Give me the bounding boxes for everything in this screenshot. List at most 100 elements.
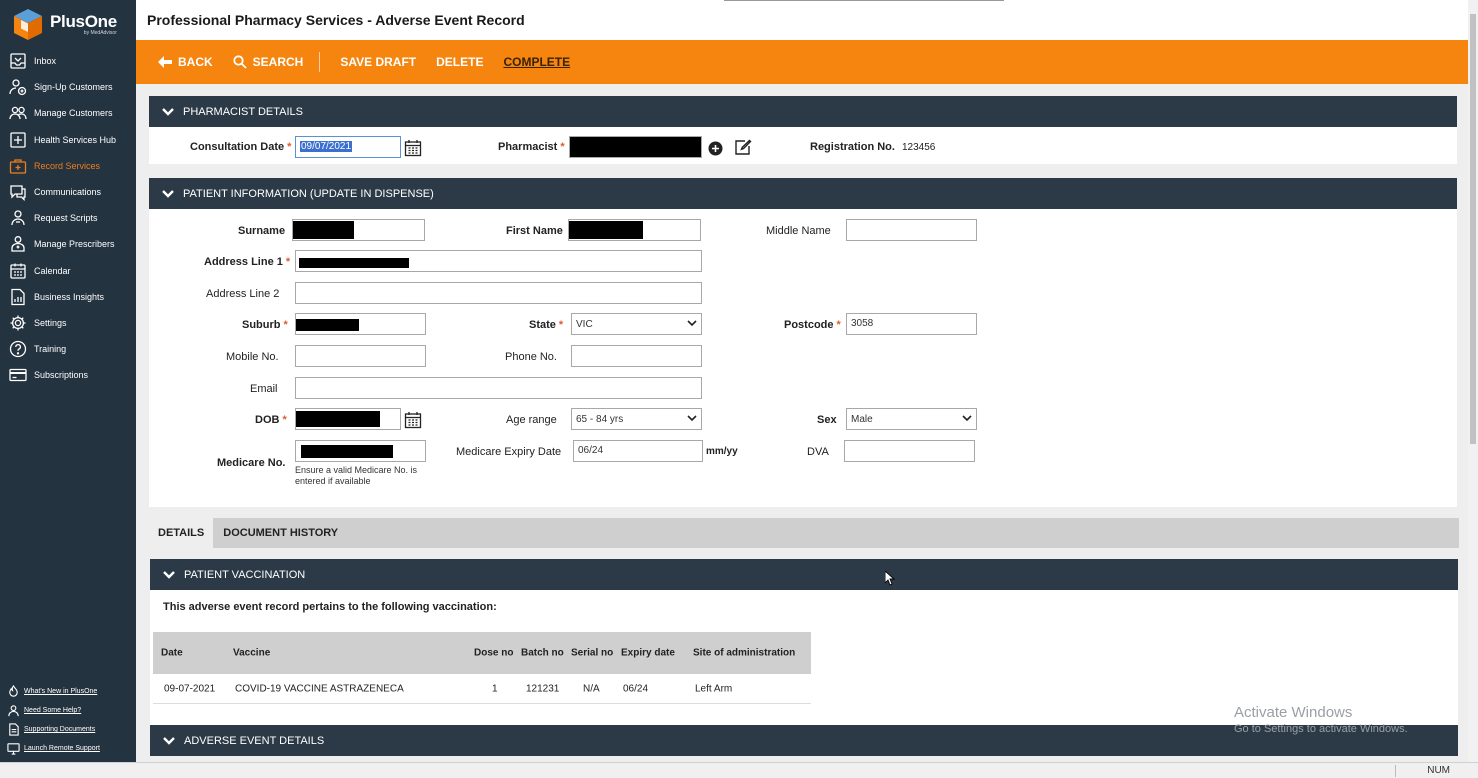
- sidebar-item-health-services-hub[interactable]: Health Services Hub: [0, 127, 136, 153]
- back-label: BACK: [178, 55, 213, 69]
- redaction-bar: [296, 319, 359, 331]
- sidebar-item-manage-prescribers[interactable]: Manage Prescribers: [0, 231, 136, 257]
- pharmacist-select[interactable]: [569, 136, 702, 158]
- sidebar-item-record-services[interactable]: Record Services: [0, 153, 136, 179]
- sidebar-footer: What's New in PlusOne Need Some Help? Su…: [0, 682, 136, 758]
- state-label: State *: [529, 319, 564, 331]
- medicare-expiry-unit: mm/yy: [706, 446, 738, 457]
- back-button[interactable]: BACK: [158, 55, 213, 69]
- middle-name-input[interactable]: [846, 219, 977, 241]
- footer-link-whats-new[interactable]: What's New in PlusOne: [0, 682, 136, 701]
- prescriber-icon: [8, 234, 28, 254]
- toolbar-divider: [319, 52, 321, 72]
- document-icon: [6, 723, 20, 737]
- chevron-down-icon: [162, 570, 176, 580]
- sidebar-item-label: Sign-Up Customers: [34, 82, 113, 93]
- footer-link-label: Launch Remote Support: [24, 745, 100, 752]
- toolbar: BACK SEARCH SAVE DRAFT DELETE COMPLETE: [136, 40, 1468, 84]
- calendar-picker-icon[interactable]: [404, 139, 422, 157]
- phone-label: Phone No.: [505, 351, 557, 363]
- sidebar-item-label: Health Services Hub: [34, 134, 117, 145]
- plusone-logo[interactable]: PlusOne by MedAdvisor: [12, 6, 132, 42]
- sidebar-item-calendar[interactable]: Calendar: [0, 258, 136, 284]
- sidebar-item-inbox[interactable]: Inbox: [0, 48, 136, 74]
- tab-details[interactable]: DETAILS: [149, 518, 214, 548]
- watermark-line-1: Activate Windows: [1234, 704, 1353, 721]
- redaction-bar: [301, 445, 393, 458]
- email-input[interactable]: [295, 377, 702, 399]
- column-header: Serial no: [571, 647, 614, 659]
- add-circle-icon[interactable]: [708, 141, 723, 159]
- sex-select[interactable]: Male: [846, 408, 977, 430]
- sidebar-item-communications[interactable]: Communications: [0, 179, 136, 205]
- sidebar-item-settings[interactable]: Settings: [0, 310, 136, 336]
- cell-expiry: 06/24: [623, 683, 649, 694]
- search-label: SEARCH: [252, 55, 304, 69]
- arrow-left-icon: [158, 56, 172, 68]
- column-header: Site of administration: [693, 647, 796, 659]
- delete-button[interactable]: DELETE: [436, 55, 483, 69]
- table-row[interactable]: 09-07-2021 COVID-19 VACCINE ASTRAZENECA …: [153, 674, 811, 704]
- email-label: Email: [250, 383, 278, 395]
- flame-icon: [6, 685, 20, 699]
- postcode-label: Postcode *: [784, 319, 841, 331]
- footer-link-remote-support[interactable]: Launch Remote Support: [0, 739, 136, 758]
- mobile-input[interactable]: [295, 345, 426, 367]
- dva-input[interactable]: [844, 440, 975, 462]
- medicare-expiry-label: Medicare Expiry Date: [456, 446, 562, 458]
- chevron-down-icon: [162, 736, 176, 746]
- age-range-label: Age range: [506, 414, 557, 426]
- support-icon: [6, 704, 20, 718]
- sidebar-item-subscriptions[interactable]: Subscriptions: [0, 362, 136, 388]
- section-title: PHARMACIST DETAILS: [183, 105, 304, 118]
- phone-input[interactable]: [571, 345, 702, 367]
- footer-link-supporting-documents[interactable]: Supporting Documents: [0, 720, 136, 739]
- activate-windows-watermark: Activate Windows Go to Settings to activ…: [1234, 704, 1408, 735]
- search-button[interactable]: SEARCH: [233, 55, 304, 69]
- main-area: Professional Pharmacy Services - Adverse…: [136, 0, 1468, 762]
- state-select[interactable]: VIC: [571, 313, 702, 335]
- sidebar: PlusOne by MedAdvisor Inbox Sign-Up Cust…: [0, 0, 136, 762]
- card-icon: [8, 365, 28, 385]
- age-range-select[interactable]: 65 - 84 yrs: [571, 408, 702, 430]
- table-header: Date Vaccine Dose no Batch no Serial no …: [153, 632, 811, 674]
- redaction-bar: [569, 221, 643, 239]
- sidebar-item-label: Inbox: [34, 56, 57, 67]
- sidebar-item-request-scripts[interactable]: Request Scripts: [0, 205, 136, 231]
- chevron-down-icon: [687, 319, 697, 330]
- calendar-picker-icon[interactable]: [404, 411, 422, 429]
- tab-document-history[interactable]: DOCUMENT HISTORY: [213, 518, 348, 548]
- sidebar-item-label: Communications: [34, 187, 102, 198]
- sidebar-item-sign-up-customers[interactable]: Sign-Up Customers: [0, 74, 136, 100]
- section-header-patient-information[interactable]: PATIENT INFORMATION (UPDATE IN DISPENSE): [149, 178, 1457, 209]
- complete-button[interactable]: COMPLETE: [503, 55, 570, 69]
- sidebar-item-business-insights[interactable]: Business Insights: [0, 284, 136, 310]
- save-draft-button[interactable]: SAVE DRAFT: [340, 55, 416, 69]
- consultation-date-input[interactable]: 09/07/2021: [295, 136, 401, 158]
- edit-icon[interactable]: [734, 139, 752, 159]
- dva-label: DVA: [807, 446, 829, 458]
- chevron-down-icon: [161, 107, 175, 117]
- sidebar-item-training[interactable]: Training: [0, 336, 136, 362]
- scrollbar-thumb[interactable]: [1470, 14, 1476, 444]
- sidebar-item-label: Training: [34, 344, 67, 355]
- section-header-pharmacist-details[interactable]: PHARMACIST DETAILS: [149, 96, 1457, 127]
- sidebar-item-manage-customers[interactable]: Manage Customers: [0, 100, 136, 126]
- sidebar-item-label: Subscriptions: [34, 370, 89, 381]
- registration-value: 123456: [902, 142, 936, 153]
- vertical-scrollbar[interactable]: [1468, 0, 1478, 762]
- section-header-patient-vaccination[interactable]: PATIENT VACCINATION: [150, 559, 1458, 590]
- gear-icon: [8, 313, 28, 333]
- chat-icon: [8, 182, 28, 202]
- address-line-2-input[interactable]: [295, 282, 702, 304]
- cell-vaccine: COVID-19 VACCINE ASTRAZENECA: [235, 683, 404, 694]
- postcode-input[interactable]: 3058: [846, 313, 977, 335]
- address-line-2-label: Address Line 2: [206, 288, 280, 300]
- vaccination-table: Date Vaccine Dose no Batch no Serial no …: [153, 632, 811, 704]
- status-bar: NUM: [0, 762, 1478, 778]
- record-icon: [8, 156, 28, 176]
- medicare-expiry-input[interactable]: 06/24: [573, 440, 703, 462]
- footer-link-need-help[interactable]: Need Some Help?: [0, 701, 136, 720]
- inbox-icon: [8, 51, 28, 71]
- sidebar-item-label: Business Insights: [34, 291, 105, 302]
